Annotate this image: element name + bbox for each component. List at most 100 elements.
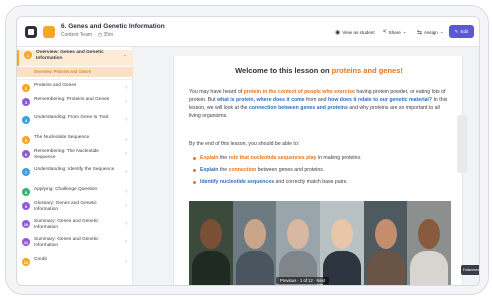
face — [287, 219, 310, 249]
chevron-right-icon: › — [125, 203, 127, 209]
chevron-right-icon: › — [125, 151, 127, 157]
step-number: 6 — [22, 150, 30, 158]
portrait-photo — [320, 201, 364, 285]
lesson-title: 6. Genes and Genetic Information — [61, 23, 165, 30]
share-label: Share — [388, 29, 401, 35]
portrait-photo — [276, 201, 321, 285]
clock-icon: ◷ — [97, 32, 103, 38]
chevron-down-icon[interactable]: ⌄ — [123, 52, 127, 58]
app-window: 6. Genes and Genetic Information Content… — [16, 16, 480, 286]
lesson-icon — [43, 26, 55, 38]
sidebar-item-remembering-proteins[interactable]: 3 Remembering: Proteins and Genes › — [17, 97, 133, 111]
text: from and — [304, 97, 328, 103]
sidebar-item-label: The Nucleotide Sequence — [34, 135, 90, 140]
sidebar-item-identify-sequence[interactable]: 7 Understanding: Identify the Sequence › — [17, 167, 133, 181]
objective-item: Explain the connection between genes and… — [192, 167, 325, 173]
step-number: 4 — [22, 116, 30, 124]
step-number: 1 — [24, 51, 32, 59]
objectives-intro: By the end of this lesson, you should be… — [189, 141, 300, 147]
portrait-photo-strip — [189, 201, 452, 285]
face — [418, 219, 441, 249]
text: between genes and proteins. — [256, 167, 325, 173]
sidebar-item-credit[interactable]: 12 Credit › — [17, 257, 133, 267]
sidebar-item-label: Credit — [34, 257, 47, 262]
sidebar-item-label: Applying: Challenge Question — [34, 187, 98, 192]
chevron-right-icon: › — [125, 189, 127, 195]
lesson-meta: Content Team · ◷ 35m — [61, 32, 114, 38]
team-name: Content Team — [61, 32, 93, 38]
highlight-text: how does it relate to our genetic materi… — [327, 97, 433, 103]
portrait-photo — [363, 201, 408, 285]
highlight-text: protein in the context of people who exe… — [243, 89, 355, 95]
chevron-right-icon: › — [125, 239, 127, 245]
sidebar-item-label: Understanding: Identify the Sequence — [34, 167, 115, 172]
sidebar-subitem[interactable]: Overview: Proteins and Genes — [17, 67, 133, 77]
chevron-right-icon: › — [125, 117, 127, 123]
sidebar-item-overview[interactable]: 1 Overview: Genes and Genetic Informatio… — [17, 50, 133, 66]
chevron-right-icon: › — [125, 259, 127, 265]
edit-button[interactable]: ✎ Edit — [449, 25, 474, 38]
sidebar-item-summary-2[interactable]: 11 Summary: Genes and Genetic Informatio… — [17, 237, 133, 251]
fullscreen-button[interactable]: Fullscreen — [461, 265, 479, 275]
view-as-student-button[interactable]: ◉ View as student — [335, 26, 375, 38]
sidebar-item-nucleotide-sequence[interactable]: 5 The Nucleotide Sequence › — [17, 135, 133, 145]
chevron-right-icon: › — [125, 137, 127, 143]
shoulders — [191, 251, 230, 285]
intro-paragraph: You may have heard of protein in the con… — [189, 88, 451, 120]
face — [330, 219, 353, 249]
step-number: 2 — [22, 84, 30, 92]
sidebar-item-label: Understanding: From Gene to Trait — [34, 115, 109, 120]
sidebar-item-label: Remembering: Proteins and Genes — [34, 97, 110, 102]
lesson-sidebar: 1 Overview: Genes and Genetic Informatio… — [17, 47, 133, 285]
main-content: Welcome to this lesson on proteins and g… — [133, 47, 479, 285]
step-number: 7 — [22, 168, 30, 176]
face — [243, 219, 266, 249]
objective-item: Explain the role that nucleotide sequenc… — [192, 155, 361, 161]
sidebar-item-proteins-genes[interactable]: 2 Proteins and Genes › — [17, 83, 133, 93]
portrait-photo — [232, 201, 277, 285]
view-as-student-label: View as student — [342, 29, 375, 35]
chevron-down-icon: ⌄ — [439, 29, 444, 34]
highlight-text: connection — [228, 167, 257, 173]
lesson-slide: Welcome to this lesson on proteins and g… — [173, 56, 463, 285]
text: the — [218, 167, 229, 173]
share-button[interactable]: < Share ⌄ — [383, 26, 407, 38]
chevron-down-icon: ⌄ — [402, 29, 407, 34]
slide-heading: Welcome to this lesson on proteins and g… — [174, 66, 462, 75]
sidebar-item-label: Summary: Genes and Genetic Information — [34, 237, 99, 248]
slide-pager[interactable]: Previous · 1 of 12 · Next — [276, 277, 330, 284]
portrait-photo — [189, 201, 233, 285]
pencil-icon: ✎ — [454, 28, 459, 34]
share-icon: < — [383, 29, 387, 35]
shoulders — [410, 251, 449, 285]
heading-highlight: proteins and genes! — [331, 66, 403, 75]
chevron-right-icon: › — [125, 169, 127, 175]
shoulders — [235, 251, 274, 285]
text: the — [218, 155, 229, 161]
sidebar-item-challenge[interactable]: 8 Applying: Challenge Question › — [17, 187, 133, 197]
sidebar-item-label: Proteins and Genes — [34, 83, 77, 88]
sidebar-item-summary-1[interactable]: 10 Summary: Genes and Genetic Informatio… — [17, 219, 133, 233]
highlight-text: what is protein, where does it come — [216, 97, 305, 103]
top-bar: 6. Genes and Genetic Information Content… — [17, 17, 479, 47]
highlight-text: Explain — [200, 167, 219, 173]
chevron-right-icon: › — [125, 221, 127, 227]
heading-text: Welcome to this lesson on — [235, 66, 332, 75]
app-logo-icon[interactable] — [25, 26, 37, 38]
sidebar-item-gene-to-trait[interactable]: 4 Understanding: From Gene to Trait › — [17, 115, 133, 129]
edit-label: Edit — [460, 29, 469, 34]
sidebar-item-label: Glossary: Genes and Genetic Information — [34, 201, 97, 212]
objective-item: Identify nucleotide sequences and correc… — [193, 179, 348, 185]
portrait-photo — [407, 201, 452, 285]
step-number: 11 — [22, 238, 30, 246]
sidebar-item-label: Summary: Genes and Genetic Information — [34, 219, 99, 230]
chevron-right-icon: › — [125, 99, 127, 105]
face — [199, 219, 222, 249]
sidebar-item-glossary[interactable]: 9 Glossary: Genes and Genetic Informatio… — [17, 201, 133, 215]
highlight-text: connection between genes and proteins — [248, 105, 348, 111]
sidebar-item-remembering-nucleotide[interactable]: 6 Remembering: The Nucleotide Sequence › — [17, 149, 133, 163]
step-number: 8 — [22, 188, 30, 196]
side-panel-tab[interactable] — [457, 115, 467, 173]
highlight-text: Explain — [200, 155, 219, 161]
assign-button[interactable]: ⇆ Assign ⌄ — [417, 26, 444, 38]
